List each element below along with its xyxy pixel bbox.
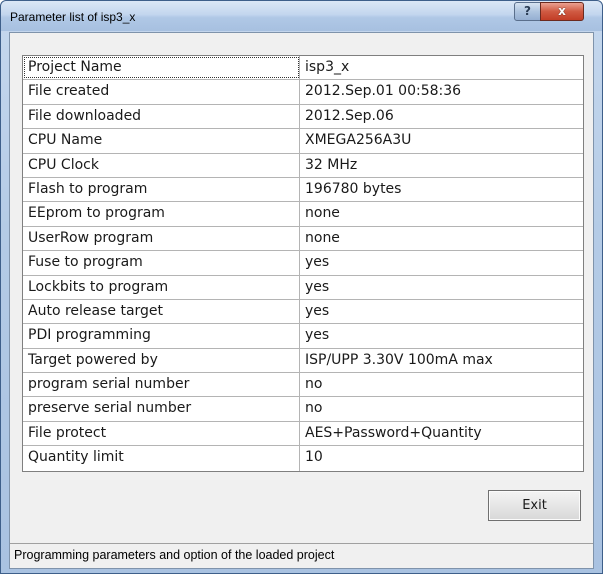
status-text: Programming parameters and option of the… xyxy=(14,548,335,562)
parameter-value-cell[interactable]: 2012.Sep.06 xyxy=(300,105,583,128)
parameter-value-cell[interactable]: none xyxy=(300,227,583,250)
parameter-name-cell[interactable]: CPU Name xyxy=(23,129,300,153)
status-bar: Programming parameters and option of the… xyxy=(10,543,593,568)
table-row[interactable]: CPU Clock 32 MHz xyxy=(23,153,583,178)
table-row[interactable]: CPU Name XMEGA256A3U xyxy=(23,129,583,154)
parameter-name-cell[interactable]: File downloaded xyxy=(23,104,300,129)
window-title: Parameter list of isp3_x xyxy=(10,10,136,24)
help-button[interactable]: ? xyxy=(514,2,541,21)
help-icon: ? xyxy=(524,4,531,18)
dialog-window: Parameter list of isp3_x ? x Project Nam… xyxy=(0,0,603,574)
table-row[interactable]: File downloaded 2012.Sep.06 xyxy=(23,104,583,130)
parameter-name-cell[interactable]: preserve serial number xyxy=(23,397,300,421)
parameter-value-cell[interactable]: no xyxy=(300,397,583,420)
parameter-value-cell[interactable]: yes xyxy=(300,251,583,274)
exit-button[interactable]: Exit xyxy=(488,490,581,521)
parameter-value-cell[interactable]: ISP/UPP 3.30V 100mA max xyxy=(300,349,583,372)
parameter-name-cell[interactable]: Auto release target xyxy=(23,299,300,324)
parameter-value-cell[interactable]: no xyxy=(300,373,583,396)
table-row[interactable]: EEprom to program none xyxy=(23,202,583,227)
dialog-client-area: Project Name isp3_x File created 2012.Sep.0… xyxy=(9,32,594,569)
parameter-value-cell[interactable]: 10 xyxy=(300,446,583,470)
close-icon: x xyxy=(558,4,566,18)
table-row[interactable]: Flash to program 196780 bytes xyxy=(23,177,583,203)
parameter-grid[interactable]: Project Name isp3_x File created 2012.Sep.0… xyxy=(22,55,584,472)
parameter-name-cell[interactable]: File protect xyxy=(23,421,300,446)
table-row[interactable]: Quantity limit 10 xyxy=(23,446,583,471)
parameter-value-cell[interactable]: XMEGA256A3U xyxy=(300,129,583,152)
parameter-name-cell[interactable]: Project Name xyxy=(23,56,300,80)
parameter-value-cell[interactable]: 196780 bytes xyxy=(300,178,583,201)
parameter-value-cell[interactable]: none xyxy=(300,202,583,225)
table-row[interactable]: Project Name isp3_x xyxy=(23,56,583,81)
parameter-name-cell[interactable]: EEprom to program xyxy=(23,202,300,226)
parameter-value-cell[interactable]: 2012.Sep.01 00:58:36 xyxy=(300,80,583,103)
parameter-value-cell[interactable]: 32 MHz xyxy=(300,154,583,177)
parameter-name-cell[interactable]: CPU Clock xyxy=(23,153,300,177)
parameter-value-cell[interactable]: AES+Password+Quantity xyxy=(300,422,583,445)
table-row[interactable]: File created 2012.Sep.01 00:58:36 xyxy=(23,80,583,105)
title-bar[interactable]: Parameter list of isp3_x ? x xyxy=(1,1,602,31)
parameter-name-cell[interactable]: File created xyxy=(23,80,300,104)
parameter-name-cell[interactable]: Flash to program xyxy=(23,177,300,202)
table-row[interactable]: Auto release target yes xyxy=(23,299,583,325)
parameter-value-cell[interactable]: yes xyxy=(300,300,583,323)
table-row[interactable]: UserRow program none xyxy=(23,226,583,252)
parameter-name-cell[interactable]: Lockbits to program xyxy=(23,275,300,299)
close-button[interactable]: x xyxy=(540,2,584,21)
table-row[interactable]: Lockbits to program yes xyxy=(23,275,583,300)
parameter-name-cell[interactable]: PDI programming xyxy=(23,324,300,348)
parameter-name-cell[interactable]: UserRow program xyxy=(23,226,300,251)
table-row[interactable]: program serial number no xyxy=(23,373,583,398)
parameter-name-cell[interactable]: Fuse to program xyxy=(23,251,300,275)
table-row[interactable]: File protect AES+Password+Quantity xyxy=(23,421,583,447)
parameter-value-cell[interactable]: isp3_x xyxy=(300,56,583,79)
table-row[interactable]: preserve serial number no xyxy=(23,397,583,422)
table-row[interactable]: Fuse to program yes xyxy=(23,251,583,276)
parameter-name-cell[interactable]: Quantity limit xyxy=(23,446,300,471)
parameter-name-cell[interactable]: Target powered by xyxy=(23,348,300,373)
table-row[interactable]: Target powered by ISP/UPP 3.30V 100mA max xyxy=(23,348,583,374)
table-row[interactable]: PDI programming yes xyxy=(23,324,583,349)
parameter-value-cell[interactable]: yes xyxy=(300,276,583,299)
parameter-name-cell[interactable]: program serial number xyxy=(23,373,300,397)
parameter-value-cell[interactable]: yes xyxy=(300,324,583,347)
